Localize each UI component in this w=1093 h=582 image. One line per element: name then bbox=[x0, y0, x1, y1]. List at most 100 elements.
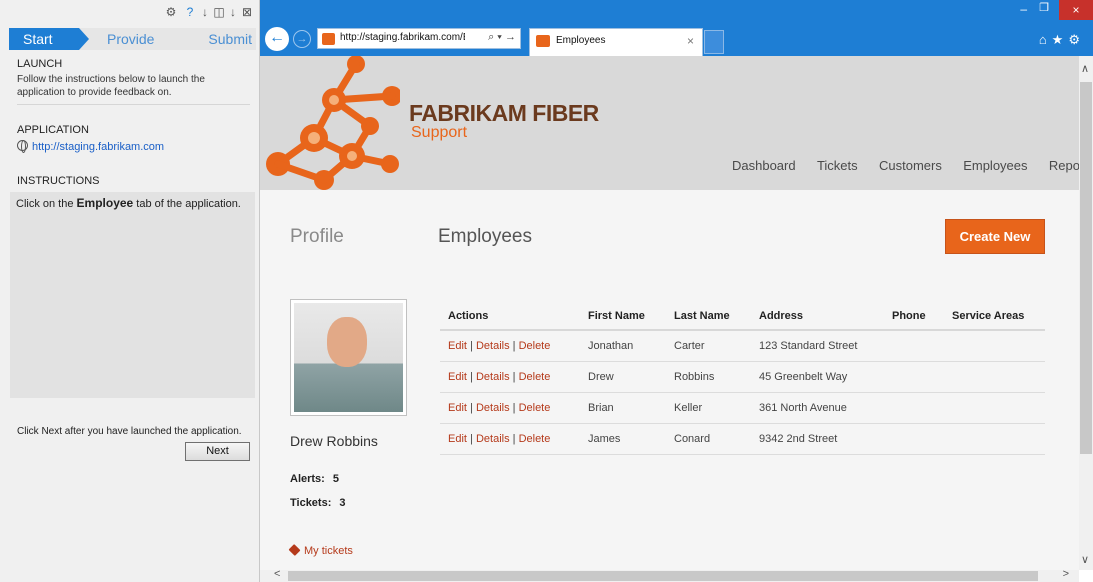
row-actions: Edit | Details | Delete bbox=[440, 423, 580, 455]
delete-link[interactable]: Delete bbox=[519, 340, 551, 352]
avatar bbox=[294, 303, 403, 412]
site-favicon-icon bbox=[322, 33, 335, 45]
row-actions: Edit | Details | Delete bbox=[440, 361, 580, 393]
edit-link[interactable]: Edit bbox=[448, 433, 467, 445]
profile-name: Drew Robbins bbox=[290, 433, 378, 449]
site-header: FABRIKAM FIBER Support Dashboard Tickets… bbox=[260, 56, 1079, 190]
table-row: Edit | Details | Delete Brian Keller 361 No… bbox=[440, 392, 1045, 424]
address-controls[interactable]: ⌕ ▾ → bbox=[488, 31, 516, 44]
next-button[interactable]: Next bbox=[185, 442, 250, 461]
scroll-thumb[interactable] bbox=[1080, 82, 1092, 454]
close-icon[interactable]: × bbox=[1059, 0, 1093, 20]
nav-employees[interactable]: Employees bbox=[963, 158, 1027, 173]
scroll-right-icon[interactable]: > bbox=[1063, 568, 1069, 580]
nav-tickets[interactable]: Tickets bbox=[817, 158, 858, 173]
first-name-cell: Jonathan bbox=[580, 330, 666, 362]
tab-employees[interactable]: Employees × bbox=[529, 28, 703, 56]
details-link[interactable]: Details bbox=[476, 340, 510, 352]
restore-icon[interactable]: ❐ bbox=[1039, 1, 1049, 14]
alerts-label: Alerts: bbox=[290, 473, 325, 485]
edit-link[interactable]: Edit bbox=[448, 371, 467, 383]
home-favorites-settings-icons[interactable]: ⌂★⚙ bbox=[1039, 32, 1085, 48]
step-submit[interactable]: Submit bbox=[208, 28, 252, 50]
back-arrow-icon[interactable]: ← bbox=[265, 27, 289, 51]
step-provide[interactable]: Provide bbox=[107, 28, 154, 50]
row-actions: Edit | Details | Delete bbox=[440, 392, 580, 424]
create-new-button[interactable]: Create New bbox=[945, 219, 1045, 254]
tickets-count: 3 bbox=[339, 497, 346, 509]
my-tickets-link[interactable]: My tickets bbox=[288, 543, 353, 557]
separator: | bbox=[466, 370, 476, 383]
nav-reports[interactable]: Repo bbox=[1049, 158, 1079, 173]
last-name-cell: Keller bbox=[666, 392, 751, 424]
application-link[interactable]: http://staging.fabrikam.com bbox=[17, 140, 164, 153]
col-first-name: First Name bbox=[580, 302, 666, 331]
table-row: Edit | Details | Delete Drew Robbins 45 Gre… bbox=[440, 361, 1045, 393]
scroll-left-icon[interactable]: < bbox=[274, 568, 280, 580]
brand-name[interactable]: FABRIKAM FIBER bbox=[409, 100, 599, 127]
address-cell: 361 North Avenue bbox=[751, 392, 884, 424]
nav-customers[interactable]: Customers bbox=[879, 158, 942, 173]
download-icon[interactable]: ↓ bbox=[226, 5, 240, 19]
feedback-pane: ⚙ ? ↓ ◫ ↓ ⊠ Start Provide Submit LAUNCH … bbox=[0, 0, 260, 582]
table-header-row: Actions First Name Last Name Address Pho… bbox=[440, 302, 1045, 331]
address-bar[interactable]: http://staging.fabrikam.com/E ⌕ ▾ → bbox=[317, 28, 521, 49]
launch-heading: LAUNCH bbox=[17, 58, 63, 70]
divider bbox=[17, 104, 250, 105]
browser-chrome: ← → http://staging.fabrikam.com/E ⌕ ▾ → … bbox=[260, 0, 1093, 56]
details-link[interactable]: Details bbox=[476, 433, 510, 445]
layout-icon[interactable]: ◫ bbox=[212, 5, 226, 19]
scroll-up-icon[interactable]: ∧ bbox=[1081, 62, 1089, 75]
tickets-stat: Tickets: 3 bbox=[290, 497, 346, 509]
last-name-cell: Conard bbox=[666, 423, 751, 455]
separator: | bbox=[466, 339, 476, 352]
profile-title: Profile bbox=[290, 226, 344, 247]
col-phone: Phone bbox=[884, 302, 944, 331]
download-icon[interactable]: ↓ bbox=[198, 5, 212, 19]
table-row: Edit | Details | Delete James Conard 9342 2… bbox=[440, 423, 1045, 455]
globe-icon bbox=[17, 140, 28, 153]
phone-cell bbox=[884, 361, 944, 393]
site-nav: Dashboard Tickets Customers Employees Re… bbox=[732, 158, 1079, 173]
scroll-thumb[interactable] bbox=[288, 571, 1038, 581]
delete-link[interactable]: Delete bbox=[519, 433, 551, 445]
step-start[interactable]: Start bbox=[9, 28, 89, 50]
my-tickets-label[interactable]: My tickets bbox=[304, 545, 353, 557]
nav-dashboard[interactable]: Dashboard bbox=[732, 158, 796, 173]
application-heading: APPLICATION bbox=[17, 124, 89, 136]
vertical-scrollbar[interactable]: ∧ ∨ bbox=[1079, 56, 1093, 570]
launch-text: Follow the instructions below to launch … bbox=[17, 74, 205, 98]
last-name-cell: Carter bbox=[666, 330, 751, 362]
minimize-icon[interactable]: – bbox=[1020, 2, 1027, 16]
separator: | bbox=[509, 432, 519, 445]
table-row: Edit | Details | Delete Jonathan Carter 123… bbox=[440, 330, 1045, 362]
horizontal-scrollbar[interactable]: < > bbox=[260, 568, 1079, 582]
service-areas-cell bbox=[944, 330, 1045, 362]
tab-label: Employees bbox=[556, 35, 606, 46]
edit-link[interactable]: Edit bbox=[448, 340, 467, 352]
delete-link[interactable]: Delete bbox=[519, 402, 551, 414]
address-text[interactable]: http://staging.fabrikam.com/E bbox=[340, 32, 465, 43]
step-indicator: Start Provide Submit bbox=[9, 28, 256, 50]
instruction-bold: Employee bbox=[76, 196, 134, 210]
gear-icon[interactable]: ⚙ bbox=[164, 5, 178, 19]
details-link[interactable]: Details bbox=[476, 402, 510, 414]
profile-photo bbox=[290, 299, 407, 416]
scroll-down-icon[interactable]: ∨ bbox=[1081, 553, 1089, 566]
close-box-icon[interactable]: ⊠ bbox=[240, 5, 254, 19]
first-name-cell: James bbox=[580, 423, 666, 455]
pane-toolbar: ⚙ ? ↓ ◫ ↓ ⊠ bbox=[0, 0, 259, 26]
delete-link[interactable]: Delete bbox=[519, 371, 551, 383]
forward-arrow-icon[interactable]: → bbox=[293, 30, 311, 48]
application-link-text[interactable]: http://staging.fabrikam.com bbox=[32, 141, 164, 153]
col-last-name: Last Name bbox=[666, 302, 751, 331]
tickets-label: Tickets: bbox=[290, 497, 332, 509]
tab-close-icon[interactable]: × bbox=[687, 34, 694, 48]
first-name-cell: Drew bbox=[580, 361, 666, 393]
separator: | bbox=[466, 401, 476, 414]
edit-link[interactable]: Edit bbox=[448, 402, 467, 414]
new-tab-button[interactable] bbox=[704, 30, 724, 54]
phone-cell bbox=[884, 423, 944, 455]
details-link[interactable]: Details bbox=[476, 371, 510, 383]
help-icon[interactable]: ? bbox=[183, 5, 197, 19]
